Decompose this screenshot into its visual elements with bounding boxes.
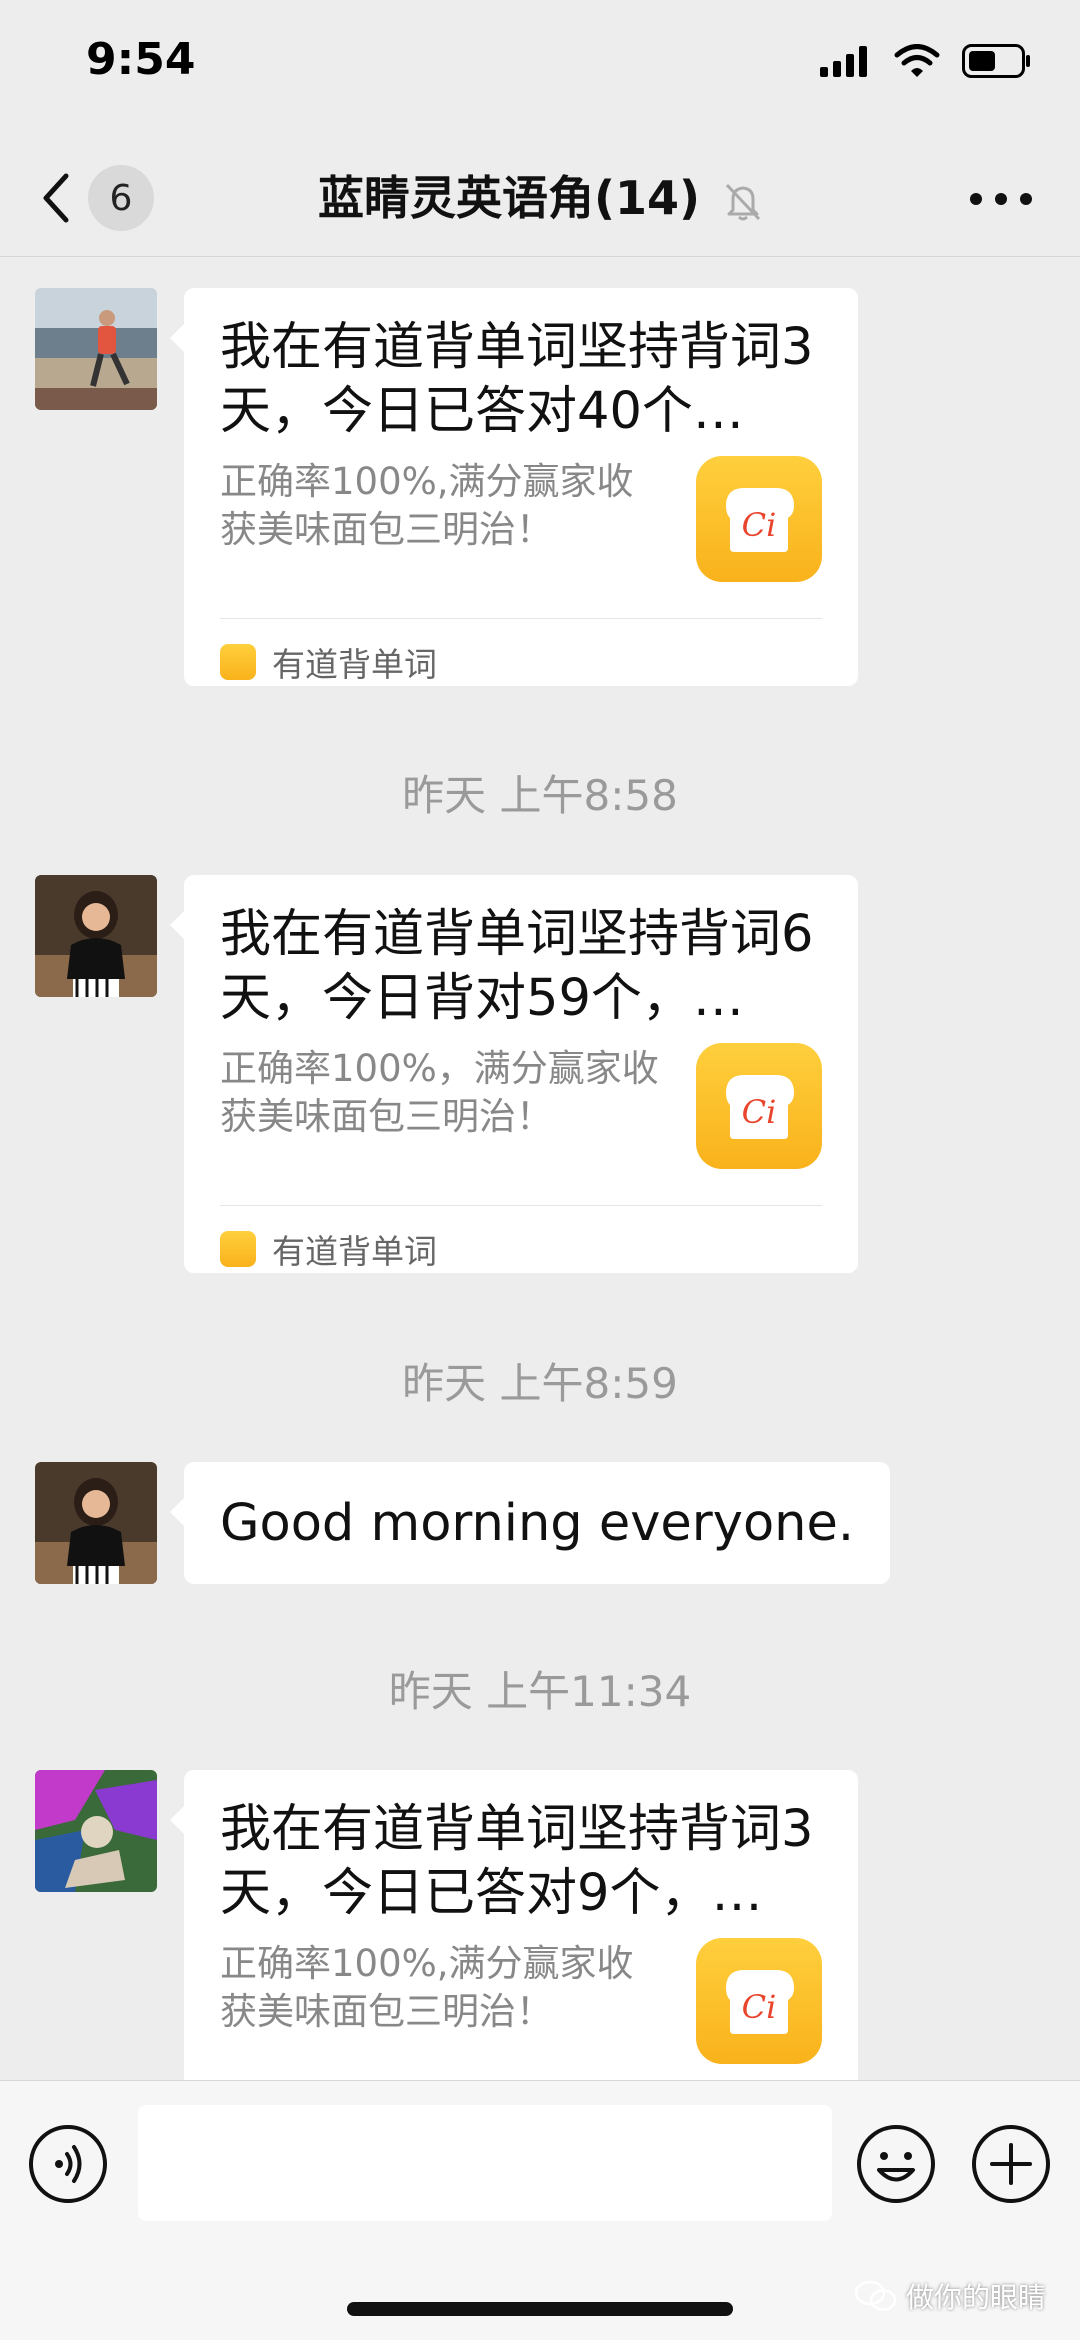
text-message[interactable]: Good morning everyone. — [169, 1462, 891, 1584]
input-bar: 做你的眼睛 — [0, 2080, 1080, 2340]
timestamp: 昨天 上午11:34 — [388, 1667, 692, 1716]
status-bar: 9:54 — [0, 0, 1080, 140]
home-indicator[interactable] — [347, 2302, 733, 2316]
card-title: 我在有道背单词坚持背词3天，今日已答对40个… — [220, 318, 814, 441]
watermark-text: 做你的眼睛 — [905, 2281, 1046, 2314]
message-list[interactable]: 我在有道背单词坚持背词3天，今日已答对40个… 正确率100%,满分赢家收获美味… — [0, 258, 1080, 2080]
watermark: 做你的眼睛 — [854, 2276, 1046, 2316]
card-description: 正确率100%，满分赢家收获美味面包三明治！ — [220, 1047, 659, 1138]
emoji-button[interactable] — [855, 2123, 937, 2205]
signal-icon — [820, 46, 867, 77]
source-app-icon — [220, 1231, 256, 1267]
app-icon: Ci — [696, 1938, 822, 2064]
wifi-icon — [894, 44, 940, 77]
chat-header: 6 蓝睛灵英语角(14) — [0, 140, 1080, 257]
app-icon-label: Ci — [742, 506, 777, 544]
voice-input-button[interactable] — [27, 2123, 109, 2205]
source-label: 有道背单词 — [272, 1232, 437, 1271]
app-icon: Ci — [696, 1043, 822, 1169]
card-description: 正确率100%,满分赢家收获美味面包三明治！ — [220, 1942, 634, 2033]
more-options-button[interactable] — [966, 174, 1036, 224]
card-divider — [220, 618, 822, 619]
chat-title-area[interactable]: 蓝睛灵英语角(14) — [0, 162, 1080, 228]
avatar[interactable] — [35, 875, 157, 997]
card-title: 我在有道背单词坚持背词6天，今日背对59个，… — [220, 905, 814, 1028]
app-icon: Ci — [696, 456, 822, 582]
plus-icon — [972, 2125, 1050, 2203]
app-icon-label: Ci — [742, 1093, 777, 1131]
more-icon — [970, 193, 1032, 205]
card-description: 正确率100%,满分赢家收获美味面包三明治！ — [220, 460, 634, 551]
message-input[interactable] — [138, 2105, 832, 2221]
message-text: Good morning everyone. — [220, 1493, 855, 1553]
card-divider — [220, 1205, 822, 1206]
emoji-icon — [857, 2125, 935, 2203]
link-card[interactable]: 我在有道背单词坚持背词6天，今日背对59个，… 正确率100%，满分赢家收获美味… — [170, 875, 858, 1273]
avatar[interactable] — [35, 288, 157, 410]
status-icons — [820, 44, 1032, 78]
link-card[interactable]: 我在有道背单词坚持背词3天，今日已答对40个… 正确率100%,满分赢家收获美味… — [170, 288, 858, 686]
more-actions-button[interactable] — [970, 2123, 1052, 2205]
link-card[interactable]: 我在有道背单词坚持背词3天，今日已答对9个，… 正确率100%,满分赢家收获美味… — [170, 1770, 858, 2080]
source-app-icon — [220, 644, 256, 680]
battery-icon — [962, 44, 1030, 78]
chat-title: 蓝睛灵英语角(14) — [317, 171, 701, 225]
avatar[interactable] — [35, 1462, 157, 1584]
wechat-logo-icon — [854, 2280, 897, 2311]
voice-icon — [29, 2125, 107, 2203]
mute-bell-icon — [725, 183, 761, 220]
card-title: 我在有道背单词坚持背词3天，今日已答对9个，… — [220, 1800, 814, 1923]
source-label: 有道背单词 — [272, 645, 437, 684]
card-source: 有道背单词 — [220, 1225, 437, 1273]
avatar[interactable] — [35, 1770, 157, 1892]
card-source: 有道背单词 — [220, 638, 437, 686]
timestamp: 昨天 上午8:58 — [402, 771, 678, 820]
timestamp: 昨天 上午8:59 — [402, 1359, 678, 1408]
status-time: 9:54 — [86, 34, 196, 85]
app-icon-label: Ci — [742, 1988, 777, 2026]
